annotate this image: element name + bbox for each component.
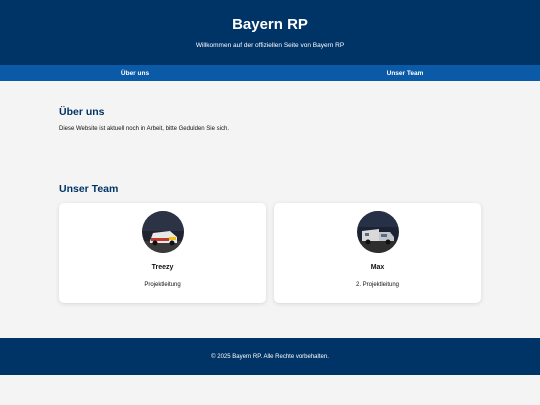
member-role: Projektleitung (144, 282, 181, 288)
avatar (356, 211, 399, 253)
site-header: Bayern RP Willkommen auf der offiziellen… (0, 0, 540, 65)
avatar-image (141, 211, 184, 253)
footer-text: © 2025 Bayern RP. Alle Rechte vorbehalte… (211, 353, 329, 360)
main-nav: Über uns Unser Team (0, 65, 540, 81)
member-name: Treezy (151, 264, 174, 271)
nav-link-team[interactable]: Unser Team (270, 65, 540, 81)
team-card-treezy: Treezy Projektleitung (59, 203, 266, 303)
avatar-image (356, 211, 399, 253)
nav-link-about[interactable]: Über uns (0, 65, 270, 81)
team-title: Unser Team (59, 183, 119, 195)
site-footer: © 2025 Bayern RP. Alle Rechte vorbehalte… (0, 338, 540, 375)
avatar (141, 211, 184, 253)
site-title: Bayern RP (232, 16, 308, 33)
site-subtitle: Willkommen auf der offiziellen Seite von… (195, 42, 345, 49)
page-bottom (0, 375, 540, 405)
team-card-max: Max 2. Projektleitung (274, 203, 481, 303)
member-role: 2. Projektleitung (355, 282, 400, 288)
about-title: Über uns (59, 106, 105, 118)
about-text: Diese Website ist aktuell noch in Arbeit… (59, 126, 229, 132)
member-name: Max (370, 264, 385, 271)
